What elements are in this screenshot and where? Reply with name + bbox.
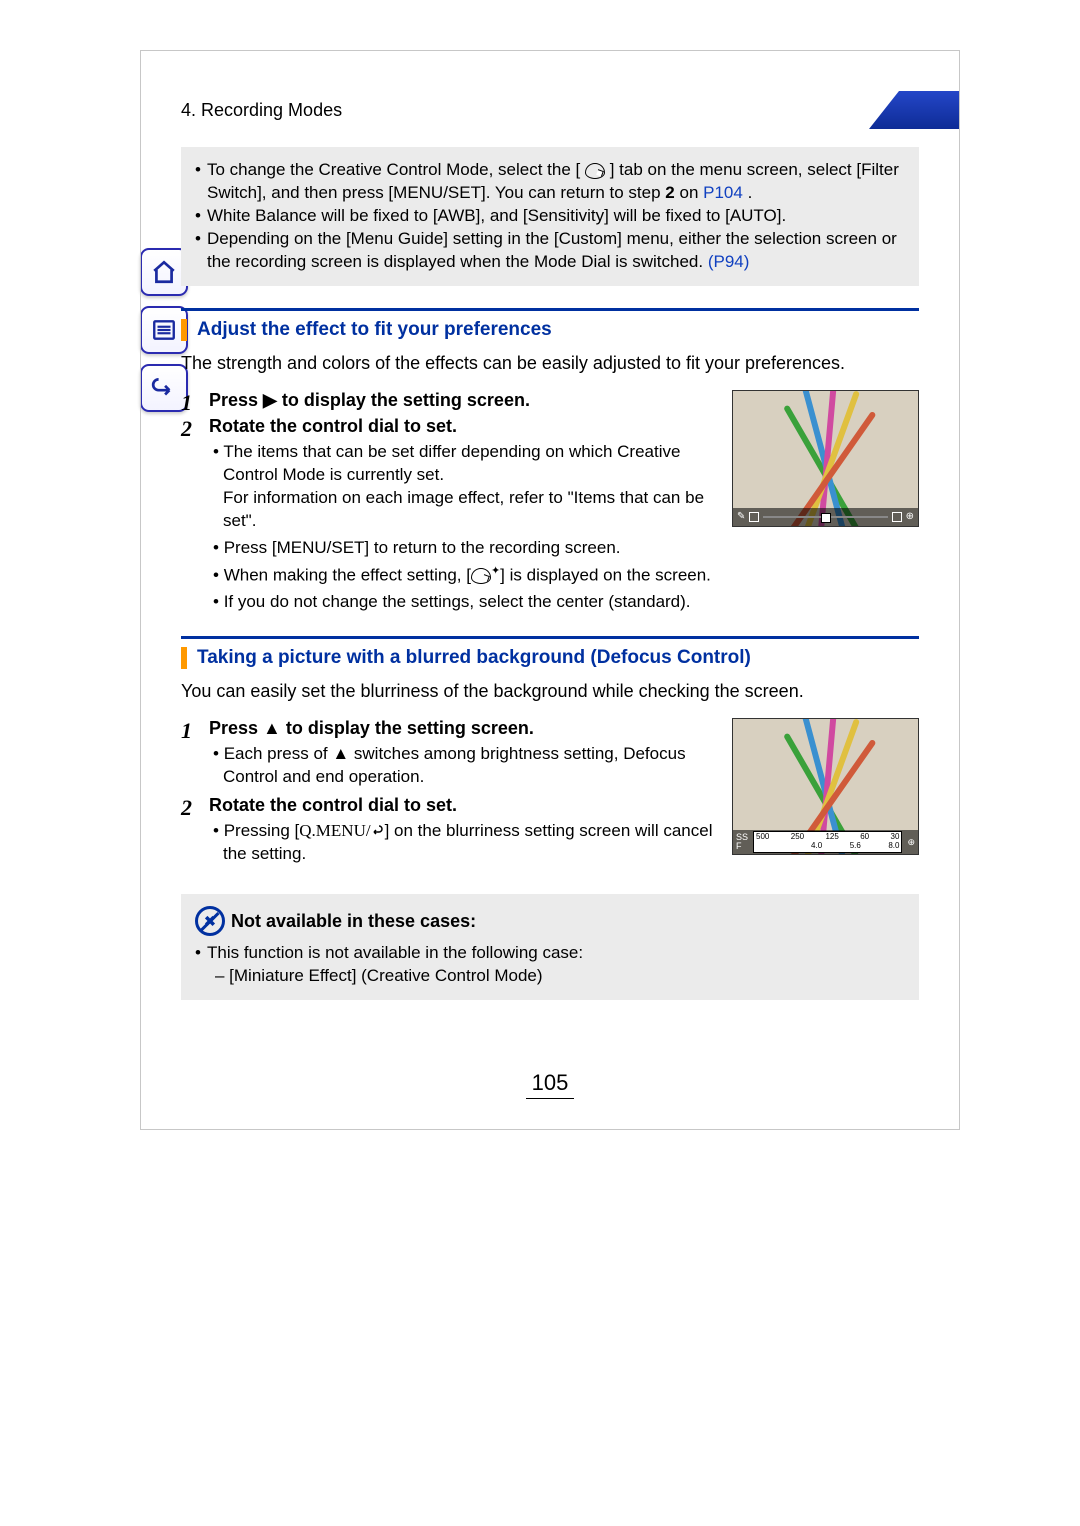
not-available-title: Not available in these cases: (231, 909, 476, 933)
section-title-adjust: Adjust the effect to fit your preference… (181, 319, 919, 341)
note-3: Depending on the [Menu Guide] setting in… (207, 229, 897, 271)
s1-bullet-3: • When making the effect setting, [✦] is… (209, 564, 720, 588)
not-available-box: ✖ Not available in these cases: •This fu… (181, 894, 919, 1000)
palette-adjust-icon (471, 568, 491, 584)
section2-step1: Press ▲ to display the setting screen. (209, 718, 720, 739)
divider (181, 636, 919, 639)
step-number-1b: 1 (181, 718, 209, 744)
page-number: 105 (181, 1070, 919, 1099)
f-label: F (736, 842, 748, 851)
step-number-2b: 2 (181, 795, 209, 821)
step-number-2: 2 (181, 416, 209, 442)
s1-bullet-2: • Press [MENU/SET] to return to the reco… (209, 537, 720, 560)
s1-bullet-1: • The items that can be set differ depen… (209, 441, 720, 533)
effect-slider (763, 516, 887, 518)
note-1-a: To change the Creative Control Mode, sel… (207, 160, 580, 179)
section2-step2: Rotate the control dial to set. (209, 795, 720, 816)
section1-intro: The strength and colors of the effects c… (181, 351, 919, 376)
s2-bullet-1: • Each press of ▲ switches among brightn… (209, 743, 720, 789)
wb-overlay-icon: ⊕ (906, 511, 914, 522)
note-1-step: 2 (665, 183, 674, 202)
prohibited-icon: ✖ (195, 906, 225, 936)
wb-overlay-icon: ⊕ (904, 837, 918, 848)
section2-intro: You can easily set the blurriness of the… (181, 679, 919, 704)
step-number-1: 1 (181, 390, 209, 416)
s2-bullet-2: • Pressing [Q.MENU/] on the blurriness s… (209, 820, 720, 866)
divider (181, 308, 919, 311)
palette-icon (585, 163, 605, 179)
note-1-on: on (680, 183, 704, 202)
breadcrumb: 4. Recording Modes (141, 91, 959, 129)
palette-overlay-icon: ✎ (737, 511, 745, 522)
na-line-2: – [Miniature Effect] (Creative Control M… (195, 965, 905, 988)
na-line-1: This function is not available in the fo… (207, 942, 583, 965)
example-image-effect: ✎ ⊕ (732, 390, 919, 527)
section1-step1: Press ▶ to display the setting screen. (209, 390, 720, 411)
s1-bullet-4: • If you do not change the settings, sel… (209, 591, 720, 614)
example-image-defocus: SSF 5002501256030 4.05.68.0 ⊕ (732, 718, 919, 855)
notes-box: • To change the Creative Control Mode, s… (181, 147, 919, 286)
defocus-scale: 5002501256030 4.05.68.0 (753, 831, 902, 853)
section1-step2: Rotate the control dial to set. (209, 416, 720, 437)
section-title-defocus: Taking a picture with a blurred backgrou… (181, 647, 919, 669)
link-p104[interactable]: P104 (703, 183, 743, 202)
breadcrumb-text: 4. Recording Modes (181, 100, 342, 121)
note-2: White Balance will be fixed to [AWB], an… (207, 205, 786, 228)
return-icon (371, 825, 385, 837)
link-p94[interactable]: (P94) (708, 252, 750, 271)
